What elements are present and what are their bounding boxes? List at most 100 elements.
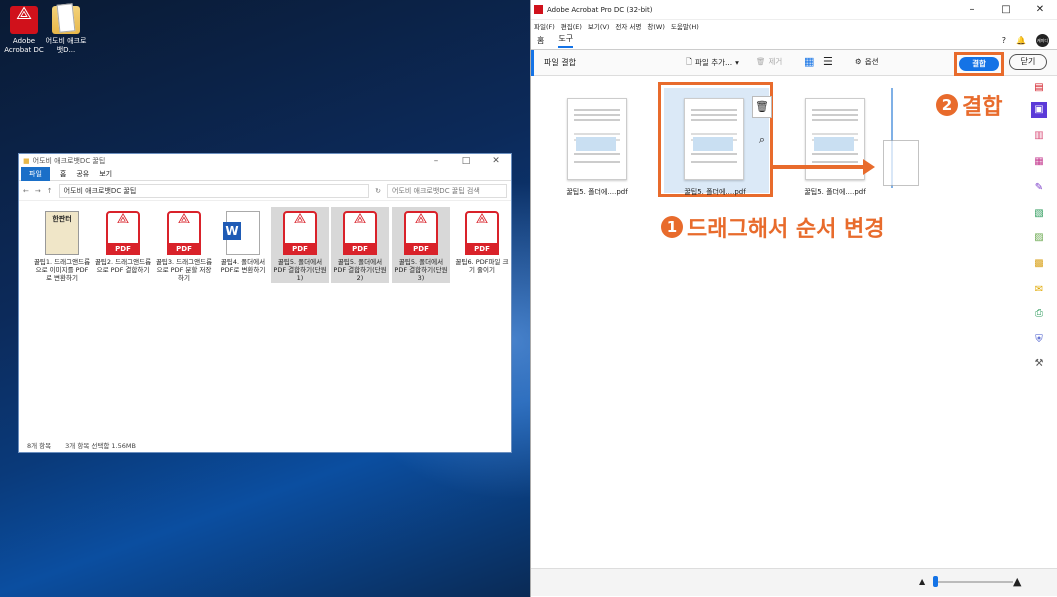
- acrobat-titlebar: Adobe Acrobat Pro DC (32-bit) – □ ✕: [531, 0, 1057, 20]
- menu-window[interactable]: 창(W): [647, 21, 664, 31]
- pdf-icon: [283, 211, 317, 255]
- search-placeholder: 어도비 애크로뱃DC 꿀팁 검색: [392, 186, 480, 195]
- zoom-icon[interactable]: ⌕: [752, 130, 772, 152]
- acrobat-icon: [10, 6, 38, 34]
- annotation-text: 결합: [962, 95, 1003, 120]
- selection-info: 3개 항목 선택함 1.56MB: [65, 442, 136, 450]
- options-button[interactable]: ⚙ 옵션: [855, 56, 879, 67]
- window-title: Adobe Acrobat Pro DC (32-bit): [547, 5, 653, 14]
- file-item[interactable]: 꿀팁5. 폴더에서 PDF 결합하기(단원2): [331, 207, 389, 283]
- address-bar[interactable]: 어도비 애크로뱃DC 꿀팁: [58, 183, 370, 198]
- address-bar-row: ← → ↑ 어도비 애크로뱃DC 꿀팁 ↻ 어도비 애크로뱃DC 꿀팁 검색: [19, 181, 511, 201]
- annotation-reorder: 1 드래그해서 순서 변경: [661, 211, 884, 243]
- back-icon[interactable]: ←: [23, 187, 29, 195]
- zoom-slider[interactable]: [933, 581, 1013, 583]
- minimize-button[interactable]: –: [421, 156, 451, 166]
- zoom-in-icon[interactable]: ▲: [1013, 575, 1021, 588]
- menu-view[interactable]: 보기(V): [588, 21, 609, 31]
- search-input[interactable]: 어도비 애크로뱃DC 꿀팁 검색: [387, 183, 507, 198]
- file-item[interactable]: 꿀팁4. 폴더에서 PDF로 변환하기: [214, 207, 272, 283]
- file-name: 꿀팁6. PDF파일 크기 줄이기: [455, 258, 509, 274]
- compare-icon[interactable]: ▨: [1031, 230, 1047, 246]
- desktop: Adobe Acrobat DC 어도비 애크로뱃D... ■ 어도비 애크로뱃…: [0, 0, 530, 597]
- file-item[interactable]: 꿀팁3. 드래그앤드롭으로 PDF 분할 저장하기: [155, 207, 213, 283]
- maximize-button[interactable]: □: [989, 4, 1023, 15]
- close-button[interactable]: ✕: [1023, 4, 1057, 15]
- avatar[interactable]: 캐미디: [1036, 34, 1049, 47]
- file-item[interactable]: 꿀팁5. 폴더에서 PDF 결합하기(단원1): [271, 207, 329, 283]
- thumbnail-label: 꿀팁5. 폴더에....pdf: [684, 188, 746, 196]
- drag-arrow: [773, 165, 865, 169]
- tab-bar: 홈 도구 ? 🔔 캐미디: [531, 32, 1057, 50]
- close-tool-button[interactable]: 닫기: [1009, 54, 1047, 70]
- desktop-icon-folder[interactable]: 어도비 애크로뱃D...: [44, 6, 88, 55]
- desktop-icon-acrobat[interactable]: Adobe Acrobat DC: [2, 6, 46, 55]
- file-item[interactable]: 꿀팁5. 폴더에서 PDF 결합하기(단원3): [392, 207, 450, 283]
- ribbon: 파일 홈 공유 보기: [19, 167, 511, 181]
- gear-icon: ⚙: [855, 57, 862, 66]
- options-label: 옵션: [864, 57, 879, 66]
- file-name: 꿀팁5. 폴더에서 PDF 결합하기(단원2): [333, 258, 387, 282]
- organize-pages-icon[interactable]: ▥: [1031, 128, 1047, 144]
- add-files-label: 파일 추가...: [695, 58, 733, 67]
- comment-icon[interactable]: ✉: [1031, 282, 1047, 298]
- zoom-slider-handle[interactable]: [933, 576, 938, 587]
- forward-icon[interactable]: →: [35, 187, 41, 195]
- menu-bar: 파일(F) 편집(E) 보기(V) 전자 서명 창(W) 도움말(H): [531, 20, 1057, 32]
- add-file-icon: 🗋: [686, 57, 693, 66]
- zoom-out-icon[interactable]: ▲: [919, 577, 925, 586]
- tab-home[interactable]: 홈: [60, 169, 66, 179]
- page-thumbnail[interactable]: [567, 98, 627, 180]
- help-icon[interactable]: ?: [1002, 36, 1006, 45]
- remove-button[interactable]: 🗑 제거: [756, 56, 782, 67]
- menu-esign[interactable]: 전자 서명: [615, 21, 641, 31]
- file-list: 꿀팁1. 드래그앤드롭으로 이미지를 PDF로 변환하기 꿀팁2. 드래그앤드롭…: [19, 201, 511, 431]
- add-files-button[interactable]: 🗋 파일 추가... ▾: [686, 56, 739, 69]
- create-pdf-icon[interactable]: ▤: [1031, 80, 1047, 96]
- pdf-icon: [343, 211, 377, 255]
- thumbnail-label: 꿀팁5. 폴더에....pdf: [566, 188, 628, 196]
- minimize-button[interactable]: –: [955, 4, 989, 15]
- menu-help[interactable]: 도움말(H): [671, 21, 699, 31]
- maximize-button[interactable]: □: [451, 156, 481, 166]
- tab-view[interactable]: 보기: [99, 169, 112, 179]
- refresh-icon[interactable]: ↻: [375, 187, 381, 195]
- tab-file[interactable]: 파일: [21, 167, 50, 181]
- page-thumbnail-selected[interactable]: [684, 98, 744, 180]
- explorer-titlebar: ■ 어도비 애크로뱃DC 꿀팁 – □ ✕: [19, 154, 511, 168]
- file-item[interactable]: 꿀팁1. 드래그앤드롭으로 이미지를 PDF로 변환하기: [33, 207, 91, 283]
- item-count: 8개 항목: [27, 442, 52, 450]
- bottom-bar: ▲ ▲: [531, 568, 1057, 596]
- scan-icon[interactable]: ▧: [1031, 206, 1047, 222]
- protect-icon[interactable]: ⛨: [1031, 332, 1047, 348]
- pdf-icon: [106, 211, 140, 255]
- export-pdf-icon[interactable]: ▦: [1031, 154, 1047, 170]
- bell-icon[interactable]: 🔔: [1016, 36, 1026, 45]
- file-item[interactable]: 꿀팁6. PDF파일 크기 줄이기: [453, 207, 511, 283]
- path-text: 어도비 애크로뱃DC 꿀팁: [63, 186, 137, 195]
- file-name: 꿀팁5. 폴더에서 PDF 결합하기(단원1): [273, 258, 327, 282]
- grid-view-icon[interactable]: ▦: [804, 55, 814, 68]
- trash-icon[interactable]: 🗑: [752, 96, 772, 118]
- tools-icon[interactable]: ⚒: [1031, 356, 1047, 372]
- tab-home[interactable]: 홈: [537, 35, 544, 46]
- acrobat-logo-icon: [534, 5, 543, 14]
- up-icon[interactable]: ↑: [47, 187, 53, 195]
- file-item[interactable]: 꿀팁2. 드래그앤드롭으로 PDF 결합하기: [94, 207, 152, 283]
- print-icon[interactable]: ⎙: [1031, 306, 1047, 322]
- file-name: 꿀팁4. 폴더에서 PDF로 변환하기: [220, 258, 266, 274]
- close-button[interactable]: ✕: [481, 156, 511, 166]
- annotation-combine: 2 결합: [936, 89, 1002, 121]
- edit-pdf-icon[interactable]: ✎: [1031, 180, 1047, 196]
- file-name: 꿀팁5. 폴더에서 PDF 결합하기(단원3): [394, 258, 448, 282]
- list-view-icon[interactable]: ☰: [823, 55, 833, 68]
- acrobat-window: Adobe Acrobat Pro DC (32-bit) – □ ✕ 파일(F…: [530, 0, 1057, 597]
- menu-edit[interactable]: 편집(E): [561, 21, 582, 31]
- combine-files-icon[interactable]: ▣: [1031, 102, 1047, 118]
- combine-button[interactable]: 결합: [959, 57, 999, 71]
- tab-share[interactable]: 공유: [76, 169, 89, 179]
- fill-sign-icon[interactable]: ▩: [1031, 256, 1047, 272]
- menu-file[interactable]: 파일(F): [534, 21, 555, 31]
- tab-tools[interactable]: 도구: [558, 33, 574, 48]
- thumbnail-label: 꿀팁5. 폴더에....pdf: [804, 188, 866, 196]
